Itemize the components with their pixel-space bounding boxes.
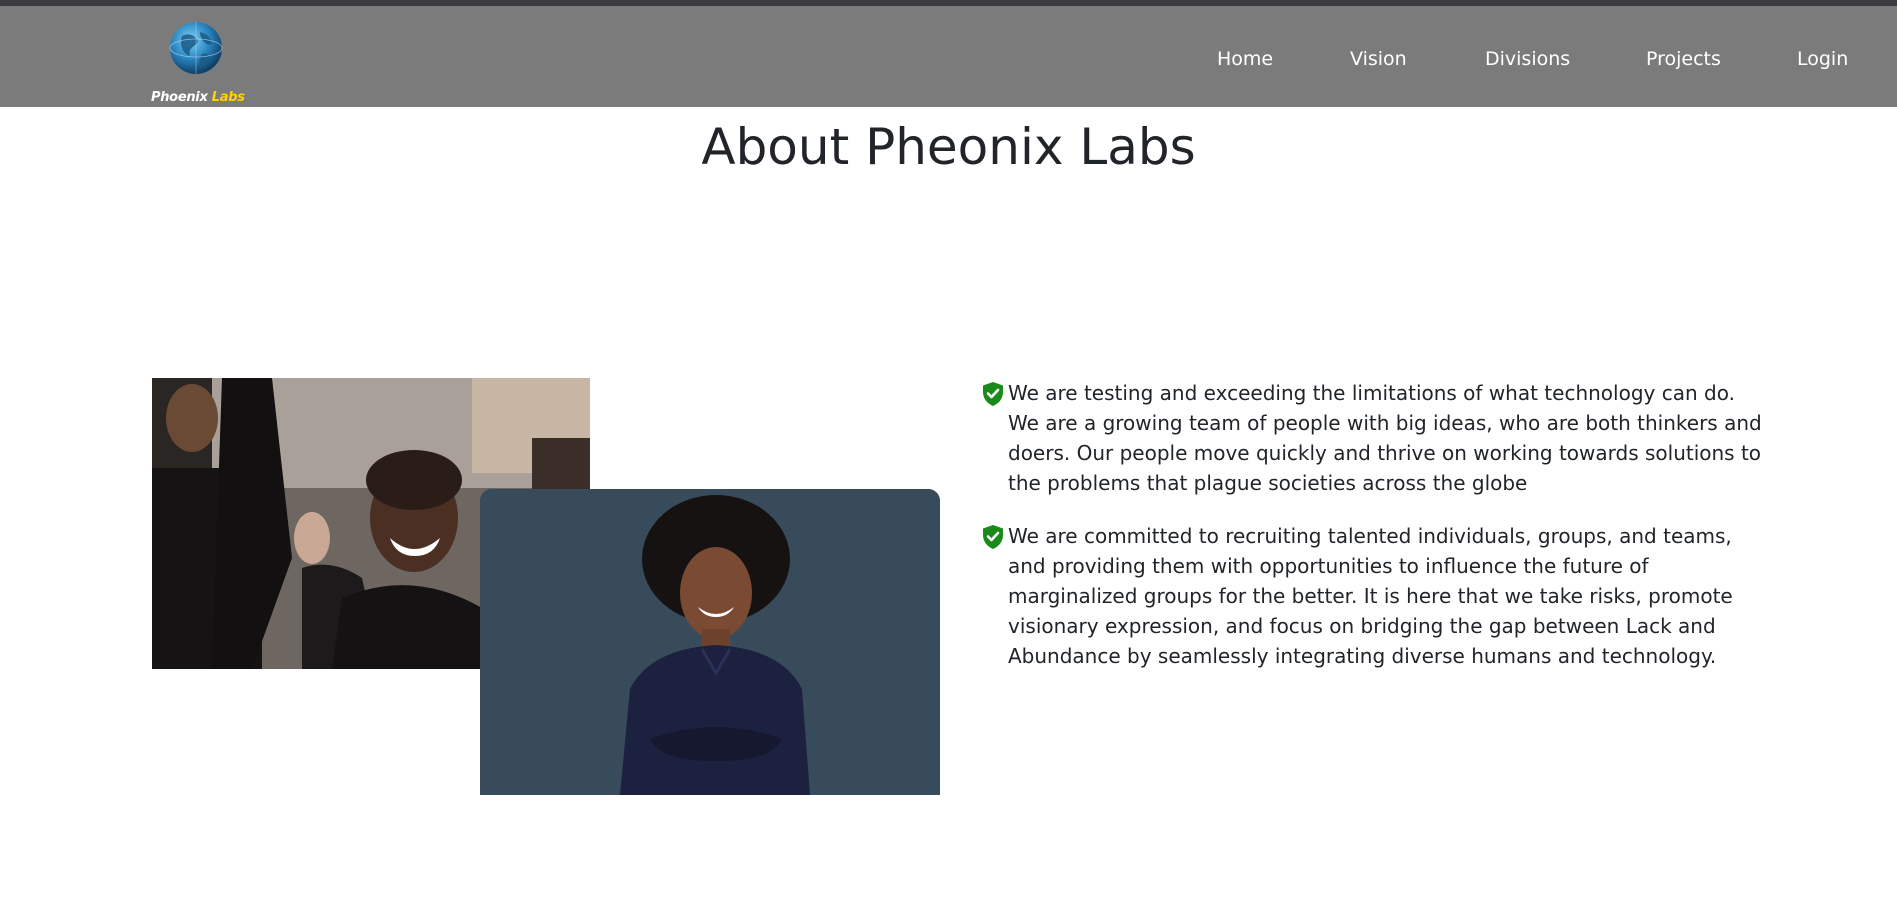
page-title: About Pheonix Labs <box>0 118 1897 176</box>
shield-check-icon <box>983 525 1003 549</box>
nav-login[interactable]: Login <box>1797 48 1848 70</box>
about-point-text: We are committed to recruiting talented … <box>1008 524 1733 668</box>
confident-woman-portrait-photo <box>480 489 940 795</box>
about-point: We are committed to recruiting talented … <box>981 521 1761 671</box>
portrait-photo-illustration <box>480 489 940 795</box>
nav-home[interactable]: Home <box>1217 48 1273 70</box>
page-title-text: About Pheonix Labs <box>701 118 1196 176</box>
nav-vision[interactable]: Vision <box>1350 48 1407 70</box>
nav-projects[interactable]: Projects <box>1646 48 1721 70</box>
about-point: We are testing and exceeding the limitat… <box>981 378 1762 498</box>
about-point-text: We are testing and exceeding the limitat… <box>1008 381 1762 495</box>
main-nav: Home Vision Divisions Projects Login <box>0 6 1897 107</box>
about-points: We are testing and exceeding the limitat… <box>981 378 1762 694</box>
shield-check-icon <box>983 382 1003 406</box>
nav-divisions[interactable]: Divisions <box>1485 48 1570 70</box>
